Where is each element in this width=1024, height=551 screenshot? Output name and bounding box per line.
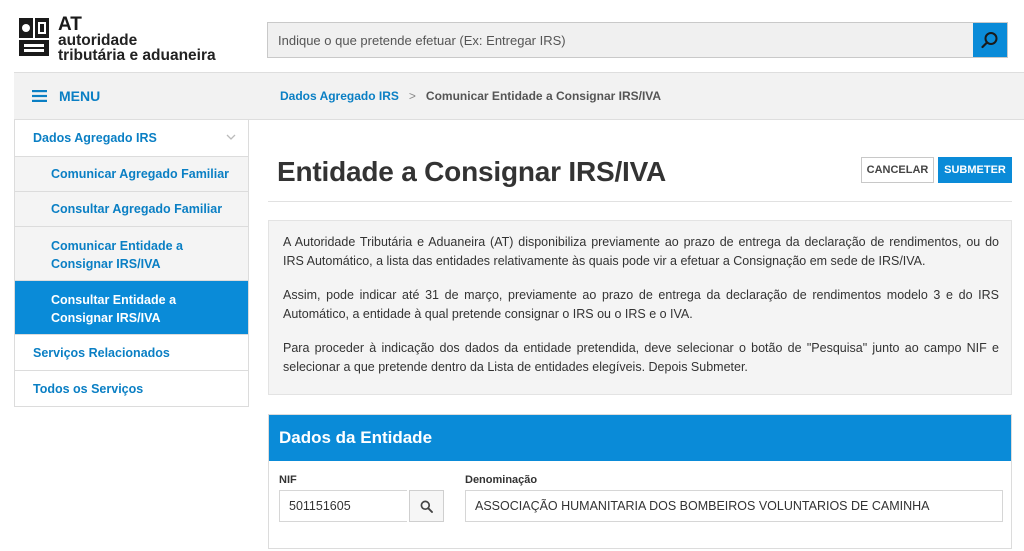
search-icon <box>420 500 433 513</box>
logo-text: AT autoridade tributária e aduaneira <box>58 14 216 64</box>
logo-at: AT <box>58 14 82 35</box>
menu-toggle[interactable]: MENU <box>14 72 249 120</box>
sidebar-item-todos-servicos[interactable]: Todos os Serviços <box>15 370 248 406</box>
coat-of-arms-icon <box>19 18 49 56</box>
nif-search-button[interactable] <box>409 490 444 522</box>
sidebar-item-consultar-agregado[interactable]: Consultar Agregado Familiar <box>15 191 248 226</box>
logo-line2: tributária e aduaneira <box>58 47 216 64</box>
entity-panel: Dados da Entidade NIF Denominação <box>268 414 1012 549</box>
sidebar-item-label: Comunicar Entidade a Consignar IRS/IVA <box>51 239 183 271</box>
sidebar-item-label: Consultar Agregado Familiar <box>51 202 223 216</box>
nif-field[interactable] <box>279 490 407 522</box>
breadcrumb-current: Comunicar Entidade a Consignar IRS/IVA <box>425 89 662 103</box>
sidebar-item-comunicar-entidade[interactable]: Comunicar Entidade a Consignar IRS/IVA <box>15 226 248 280</box>
sidebar-item-dados-agregado-irs[interactable]: Dados Agregado IRS <box>15 120 248 156</box>
sidebar-item-label: Serviços Relacionados <box>33 346 170 360</box>
sidebar-item-label: Consultar Entidade a Consignar IRS/IVA <box>51 293 177 325</box>
sidebar-item-consultar-entidade[interactable]: Consultar Entidade a Consignar IRS/IVA <box>15 280 248 334</box>
search-icon <box>981 32 998 49</box>
search-button[interactable] <box>973 23 1007 57</box>
submit-button[interactable]: SUBMETER <box>938 157 1012 183</box>
info-paragraph: Para proceder à indicação dos dados da e… <box>283 341 999 374</box>
search-input[interactable] <box>268 23 973 57</box>
nif-label: NIF <box>279 474 297 486</box>
cancel-button[interactable]: CANCELAR <box>861 157 934 183</box>
info-box: A Autoridade Tributária e Aduaneira (AT)… <box>268 220 1012 395</box>
sidebar-item-label: Comunicar Agregado Familiar <box>51 167 230 181</box>
breadcrumb-link[interactable]: Dados Agregado IRS <box>280 89 399 103</box>
sidebar-item-comunicar-agregado[interactable]: Comunicar Agregado Familiar <box>15 156 248 191</box>
denominacao-label: Denominação <box>465 474 538 486</box>
menu-label: MENU <box>59 88 101 104</box>
chevron-down-icon <box>226 134 236 140</box>
breadcrumb: Dados Agregado IRS > Comunicar Entidade … <box>249 72 1024 120</box>
divider <box>268 201 1012 202</box>
sidebar: Dados Agregado IRS Comunicar Agregado Fa… <box>14 120 249 407</box>
header: AT autoridade tributária e aduaneira <box>0 0 1024 72</box>
panel-title: Dados da Entidade <box>269 415 1011 461</box>
info-paragraph: Assim, pode indicar até 31 de março, pre… <box>283 288 999 321</box>
at-logo[interactable]: AT autoridade tributária e aduaneira <box>16 14 216 64</box>
sidebar-item-servicos-relacionados[interactable]: Serviços Relacionados <box>15 334 248 370</box>
denominacao-field[interactable] <box>465 490 1003 522</box>
page-title: Entidade a Consignar IRS/IVA <box>277 156 667 187</box>
logo-line1: autoridade <box>58 32 138 49</box>
sidebar-item-label: Todos os Serviços <box>33 382 144 396</box>
breadcrumb-separator: > <box>408 89 416 103</box>
sidebar-item-label: Dados Agregado IRS <box>33 131 157 145</box>
search-box <box>267 22 1008 58</box>
hamburger-icon <box>32 90 47 102</box>
info-paragraph: A Autoridade Tributária e Aduaneira (AT)… <box>283 235 999 268</box>
